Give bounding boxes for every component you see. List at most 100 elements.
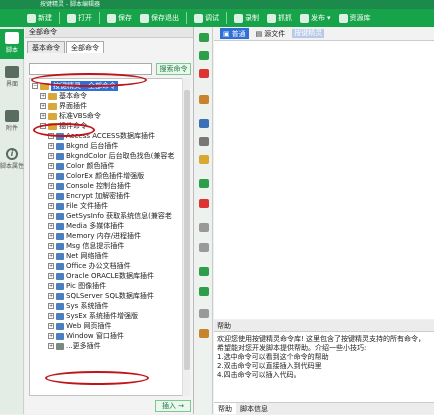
expand-icon[interactable]: + [40,93,46,99]
tab-all-commands[interactable]: 全部命令 [66,41,104,53]
window-title: 按键精灵 - 脚本编辑器 [0,0,434,9]
tree-node-vbs[interactable]: + 标准VBS命令 [40,111,101,121]
plugin-icon [56,262,64,270]
record-icon [234,13,243,23]
tree-item-window-plugin[interactable]: + Window 窗口插件 [48,331,124,341]
bookmark-icon[interactable] [199,329,209,338]
editor-canvas[interactable] [214,41,434,319]
paste-icon[interactable] [199,155,209,164]
nav-script-properties[interactable]: i 脚本属性 [0,145,24,175]
tree-item-plugin[interactable]: + Bkgnd 后台插件 [48,141,118,151]
plugin-icon [56,162,64,170]
highlight-annotation [33,123,95,137]
insert-button[interactable]: 插入 → [155,400,191,412]
tree-scrollbar[interactable] [182,78,190,396]
redo-icon[interactable] [199,243,209,252]
tree-item-plugin[interactable]: + ...更多插件 [48,341,101,351]
gear-icon[interactable] [199,95,209,104]
undo-icon[interactable] [199,223,209,232]
tree-item-plugin[interactable]: + Encrypt 加解密插件 [48,191,130,201]
resource-library-button[interactable]: 资源库 [336,11,374,25]
tab-source[interactable]: ▤ 源文件 [253,28,289,39]
tree-item-plugin[interactable]: + Color 颜色插件 [48,161,115,171]
new-button[interactable]: 新建 [24,11,55,25]
scrollbar-thumb[interactable] [184,90,190,370]
source-file-icon: ▤ [255,29,263,38]
tab-help[interactable]: 帮助 [214,403,236,414]
help-text: 欢迎您使用按键精灵命令库! 这里包含了按键精灵支持的所有命令，希望能对您开发脚本… [214,332,434,383]
plugin-icon [56,292,64,300]
chevron-down-icon[interactable]: ▾ [327,14,331,22]
help-panel: 帮助 欢迎您使用按键精灵命令库! 这里包含了按键精灵支持的所有命令，希望能对您开… [214,320,434,414]
save-exit-icon [140,13,149,23]
collapse-icon[interactable]: − [32,83,38,89]
tree-item-plugin[interactable]: + Pic 图像插件 [48,281,106,291]
tree-item-plugin[interactable]: + BkgndColor 后台取色找色(兼容老 [48,151,174,161]
publish-button[interactable]: 发布 ▾ [297,11,334,25]
goto-icon[interactable] [199,267,209,276]
script-icon [5,32,19,44]
plugin-icon [56,172,64,180]
arrow-up-icon[interactable] [199,51,209,60]
tree-item-plugin[interactable]: + Media 多媒体插件 [48,221,124,231]
attachment-icon [5,110,19,122]
save-icon [107,13,116,23]
tree-item-plugin[interactable]: + Msg 信息提示插件 [48,241,124,251]
open-button[interactable]: 打开 [64,11,95,25]
nav-attachment[interactable]: 附件 [0,107,24,137]
nav-script[interactable]: 脚本 [0,29,24,59]
tab-normal[interactable]: ▣ 普通 [220,28,249,39]
search-command-button[interactable]: 搜索命令 [156,63,191,75]
debug-button[interactable]: 调试 [191,11,222,25]
capture-button[interactable]: 抓抓 [264,11,295,25]
tab-basic-commands[interactable]: 基本命令 [27,41,65,53]
record-button[interactable]: 录制 [231,11,262,25]
nav-ui[interactable]: 界面 [0,63,24,93]
plugin-icon [56,252,64,260]
plugin-icon [56,222,64,230]
tree-item-plugin[interactable]: + Web 网页插件 [48,321,112,331]
tree-node-basic[interactable]: + 基本命令 [40,91,87,101]
tree-item-plugin[interactable]: + SQLServer SQL数据库插件 [48,291,154,301]
folder-icon [48,92,57,100]
plugin-icon [56,202,64,210]
save-exit-button[interactable]: 保存退出 [137,11,182,25]
tree-item-plugin[interactable]: + Sys 系统插件 [48,301,108,311]
add-icon[interactable] [199,33,209,42]
resource-icon [338,13,348,23]
panel-title: 全部命令 [25,27,193,38]
replace-icon[interactable] [199,309,209,318]
expand-icon[interactable]: + [40,113,46,119]
plugin-icon [56,322,64,330]
tree-item-plugin[interactable]: + Console 控制台插件 [48,181,131,191]
editor-side-toolbar [195,27,213,414]
plugin-icon [56,232,64,240]
highlight-annotation [45,371,149,385]
help-title: 帮助 [214,320,434,332]
tab-script-info[interactable]: 脚本信息 [236,403,272,414]
tree-item-plugin[interactable]: + GetSysInfo 获取系统信息(兼容老 [48,211,172,221]
plugin-icon [56,152,64,160]
tree-item-plugin[interactable]: + File 文件插件 [48,201,108,211]
expand-icon[interactable]: + [40,103,46,109]
tree-item-plugin[interactable]: + SysEx 系统插件增强版 [48,311,138,321]
cut-icon[interactable] [199,137,209,146]
tree-item-plugin[interactable]: + Memory 内存/进程插件 [48,231,141,241]
tree-node-ui[interactable]: + 界面插件 [40,101,87,111]
tree-item-plugin[interactable]: + Office 办公文档插件 [48,261,131,271]
find-icon[interactable] [199,287,209,296]
tree-item-plugin[interactable]: + ColorEx 颜色插件增强版 [48,171,144,181]
help-intro: 欢迎您使用按键精灵命令库! 这里包含了按键精灵支持的所有命令，希望能对您开发脚本… [217,335,426,352]
publish-icon [300,13,309,23]
copy-icon[interactable] [199,119,209,128]
tree-item-plugin[interactable]: + Oracle ORACLE数据库插件 [48,271,154,281]
uncomment-icon[interactable] [199,199,209,208]
comment-icon[interactable] [199,179,209,188]
folder-icon [48,112,57,120]
editor-tabs: ▣ 普通 ▤ 源文件 按键精灵 [214,27,434,41]
normal-view-icon: ▣ [223,29,230,38]
help-tip: 1.选中命令可以看到这个命令的帮助 [217,353,329,361]
tree-item-plugin[interactable]: + Net 网络插件 [48,251,109,261]
save-button[interactable]: 保存 [104,11,135,25]
delete-icon[interactable] [199,69,209,78]
